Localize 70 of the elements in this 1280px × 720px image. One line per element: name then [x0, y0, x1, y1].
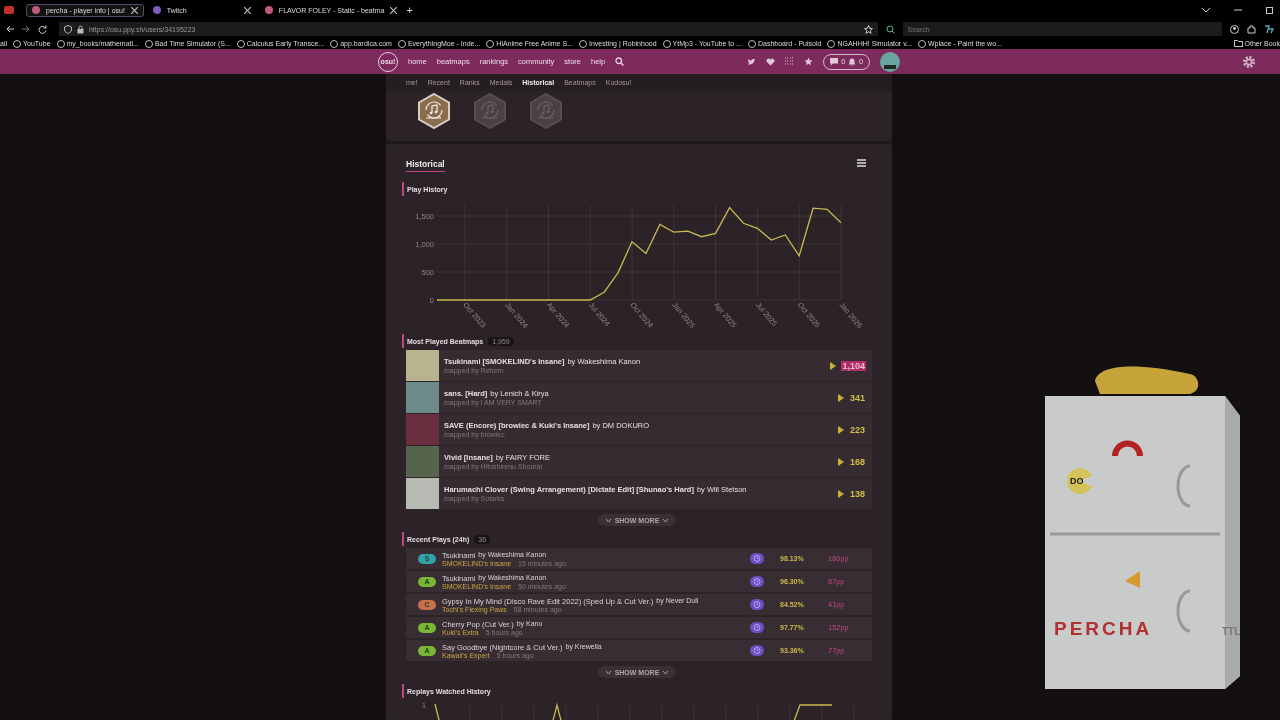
site-icon [578, 39, 587, 48]
drawing-text: PERCHA [1054, 618, 1153, 640]
section-title: Historical [406, 154, 445, 172]
play-count: 168 [848, 456, 866, 467]
play-icon [837, 425, 844, 434]
star-icon[interactable] [804, 57, 814, 66]
close-icon[interactable] [390, 6, 398, 14]
shield-icon [63, 24, 72, 34]
play-icon [837, 457, 844, 466]
site-icon [32, 6, 40, 14]
chevron-down-icon[interactable] [1202, 7, 1210, 13]
close-icon[interactable] [243, 6, 251, 14]
site-icon [144, 39, 153, 48]
minimize-icon[interactable] [1234, 6, 1242, 14]
avatar[interactable] [880, 51, 900, 72]
heart-icon[interactable] [766, 57, 776, 66]
new-tab-button[interactable]: + [406, 4, 413, 16]
site-icon [56, 39, 65, 48]
caret-icon [663, 518, 669, 522]
play-count: 341 [848, 392, 866, 403]
site-icon [13, 39, 21, 48]
search-icon [885, 24, 895, 34]
photo-placeholder [406, 446, 439, 477]
photo-placeholder [406, 478, 439, 509]
settings-icon[interactable] [1242, 54, 1256, 69]
folder-icon [1233, 40, 1243, 47]
video-icon[interactable] [4, 5, 14, 15]
caret-icon [663, 670, 669, 674]
grid-icon[interactable] [785, 57, 795, 66]
close-icon[interactable] [130, 6, 138, 14]
site-icon [827, 39, 836, 48]
site-icon [662, 39, 671, 48]
site-icon [486, 39, 495, 48]
star-icon[interactable] [863, 24, 873, 34]
lock-icon [76, 24, 84, 34]
site-icon [397, 39, 406, 48]
bird-icon[interactable] [747, 57, 757, 66]
chat-icon [830, 57, 839, 66]
site-icon [747, 39, 756, 48]
replay-icon[interactable] [750, 599, 764, 610]
bell-icon [848, 57, 857, 66]
site-icon [152, 6, 161, 14]
photo-placeholder [406, 414, 439, 445]
play-count: 223 [848, 424, 866, 435]
search-icon[interactable] [615, 57, 625, 66]
photo-placeholder [406, 350, 439, 381]
replay-icon[interactable] [750, 622, 764, 633]
site-icon [917, 39, 926, 48]
photo-placeholder [406, 382, 439, 413]
play-icon [837, 393, 844, 402]
site-icon [236, 39, 245, 48]
drawing-text: DO [1070, 476, 1084, 486]
menu-icon[interactable] [857, 159, 866, 167]
replay-icon[interactable] [750, 645, 764, 656]
back-icon[interactable] [6, 25, 14, 33]
site-icon [264, 6, 273, 14]
play-count: 138 [848, 488, 866, 499]
restore-icon[interactable] [1266, 6, 1274, 14]
caret-icon [605, 518, 611, 522]
caret-icon [605, 670, 611, 674]
replay-icon[interactable] [750, 576, 764, 587]
forward-icon[interactable] [22, 25, 30, 33]
play-icon [837, 489, 844, 498]
account-icon[interactable] [1230, 24, 1239, 34]
reload-icon[interactable] [37, 24, 47, 34]
replay-icon[interactable] [750, 553, 764, 564]
play-count: 1,104 [841, 360, 866, 371]
drawing-text: TTL [1222, 626, 1241, 637]
site-icon [330, 39, 339, 48]
play-icon [830, 361, 837, 370]
